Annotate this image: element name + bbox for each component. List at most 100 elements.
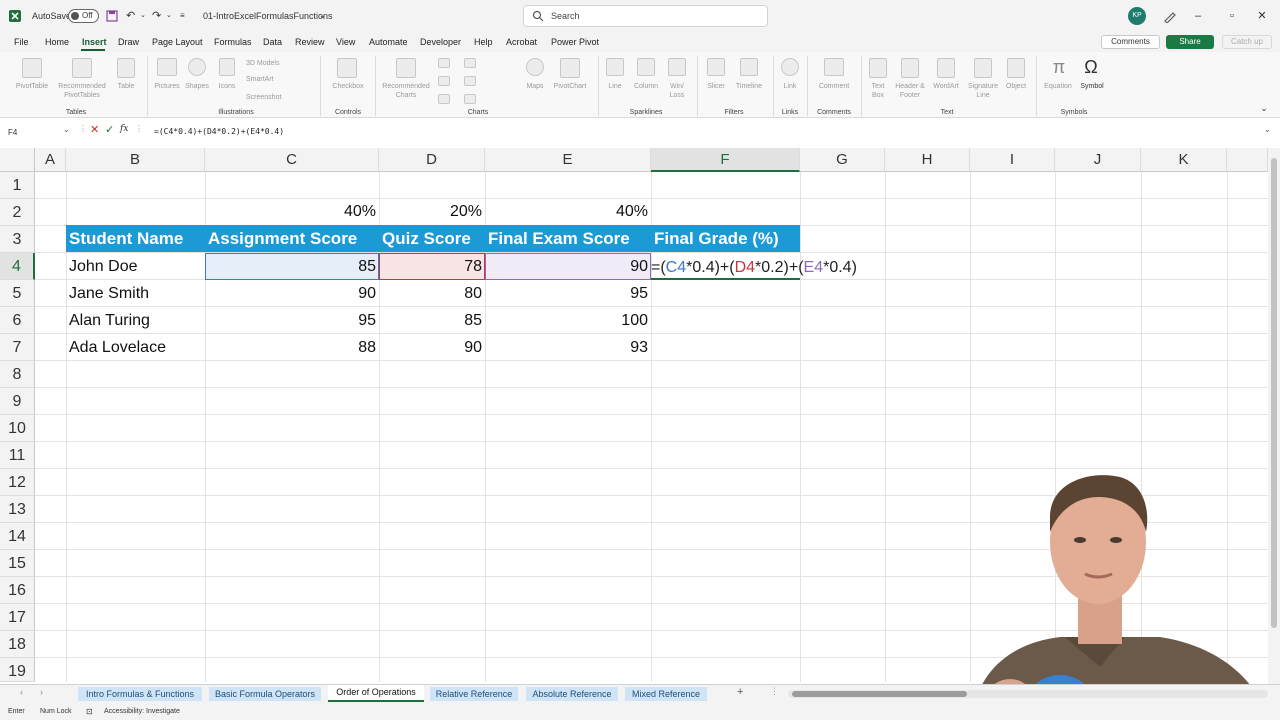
screenshot-button[interactable]: Screenshot <box>246 93 281 102</box>
link-button[interactable]: Link <box>778 82 802 91</box>
user-avatar[interactable]: KP <box>1128 7 1146 25</box>
row-header-16[interactable]: 16 <box>0 577 35 604</box>
tab-file[interactable]: File <box>14 32 29 52</box>
tab-review[interactable]: Review <box>295 32 325 52</box>
equation-button[interactable]: Equation <box>1040 82 1076 91</box>
tab-acrobat[interactable]: Acrobat <box>506 32 537 52</box>
cell-e5[interactable]: 95 <box>485 280 651 307</box>
tab-power-pivot[interactable]: Power Pivot <box>551 32 599 52</box>
formula-input[interactable]: =(C4*0.4)+(D4*0.2)+(E4*0.4) <box>154 123 284 141</box>
pivottable-button[interactable]: PivotTable <box>12 82 52 91</box>
checkbox-button[interactable]: Checkbox <box>326 82 370 91</box>
redo-dropdown-icon[interactable]: ⌄ <box>166 0 172 32</box>
tab-splitter-icon[interactable]: ⋮ <box>770 686 779 697</box>
recommended-pivottables-button[interactable]: Recommended PivotTables <box>52 82 112 100</box>
cell-c4[interactable]: 85 <box>205 253 379 280</box>
undo-icon[interactable]: ↶ <box>126 0 135 32</box>
line-sparkline-button[interactable]: Line <box>600 82 630 91</box>
column-header-d[interactable]: D <box>379 148 485 172</box>
cell-b7[interactable]: Ada Lovelace <box>66 334 205 361</box>
column-header-a[interactable]: A <box>35 148 66 172</box>
tab-developer[interactable]: Developer <box>420 32 461 52</box>
status-accessibility[interactable]: Accessibility: Investigate <box>104 704 180 720</box>
autosave-toggle[interactable]: Off <box>68 9 99 23</box>
catch-up-button[interactable]: Catch up <box>1222 35 1272 49</box>
tab-formulas[interactable]: Formulas <box>214 32 252 52</box>
customize-toolbar-icon[interactable]: ≡ <box>180 0 185 32</box>
cell-b4[interactable]: John Doe <box>66 253 205 280</box>
column-header-j[interactable]: J <box>1055 148 1141 172</box>
minimize-icon[interactable]: – <box>1180 0 1216 32</box>
header-final-grade[interactable]: Final Grade (%) <box>651 225 800 252</box>
row-header-17[interactable]: 17 <box>0 604 35 631</box>
cell-e7[interactable]: 93 <box>485 334 651 361</box>
text-box-button[interactable]: Text Box <box>866 82 890 100</box>
column-header-h[interactable]: H <box>885 148 970 172</box>
prev-sheet-icon[interactable]: ‹ <box>20 687 23 697</box>
cell-e4[interactable]: 90 <box>485 253 651 280</box>
tab-data[interactable]: Data <box>263 32 282 52</box>
cell-c6[interactable]: 95 <box>205 307 379 334</box>
expand-formula-bar-icon[interactable]: ⌄ <box>1264 125 1271 134</box>
row-header-14[interactable]: 14 <box>0 523 35 550</box>
cell-b5[interactable]: Jane Smith <box>66 280 205 307</box>
row-header-3[interactable]: 3 <box>0 226 35 253</box>
sheet-tab-order-of-operations[interactable]: Order of Operations <box>328 685 424 702</box>
add-sheet-icon[interactable]: + <box>737 686 743 698</box>
symbol-button[interactable]: Symbol <box>1074 82 1110 91</box>
column-sparkline-button[interactable]: Column <box>630 82 662 91</box>
row-header-13[interactable]: 13 <box>0 496 35 523</box>
row-header-4[interactable]: 4 <box>0 253 35 280</box>
column-header-c[interactable]: C <box>205 148 379 172</box>
new-comment-button[interactable]: Comment <box>812 82 856 91</box>
row-header-8[interactable]: 8 <box>0 361 35 388</box>
column-header-e[interactable]: E <box>485 148 651 172</box>
share-button[interactable]: Share <box>1166 35 1214 49</box>
smartart-button[interactable]: SmartArt <box>246 75 274 84</box>
column-header-f[interactable]: F <box>651 148 800 172</box>
next-sheet-icon[interactable]: › <box>40 687 43 697</box>
timeline-button[interactable]: Timeline <box>731 82 767 91</box>
cancel-entry-icon[interactable]: ✕ <box>90 123 99 136</box>
sheet-tab-mixed-reference[interactable]: Mixed Reference <box>625 687 707 701</box>
pivotchart-button[interactable]: PivotChart <box>548 82 592 91</box>
filename-chevron-icon[interactable]: ⌄ <box>319 0 326 32</box>
row-header-2[interactable]: 2 <box>0 199 35 226</box>
tab-help[interactable]: Help <box>474 32 493 52</box>
sheet-tab-intro-formulas[interactable]: Intro Formulas & Functions <box>78 687 202 701</box>
save-icon[interactable] <box>106 10 118 22</box>
name-box-dropdown-icon[interactable]: ⌄ <box>63 125 70 134</box>
cell-d6[interactable]: 85 <box>379 307 485 334</box>
header-footer-button[interactable]: Header & Footer <box>893 82 927 100</box>
designer-pen-icon[interactable] <box>1163 9 1177 23</box>
recommended-charts-button[interactable]: Recommended Charts <box>380 82 432 100</box>
column-header-g[interactable]: G <box>800 148 885 172</box>
header-quiz-score[interactable]: Quiz Score <box>379 225 485 252</box>
pictures-button[interactable]: Pictures <box>150 82 184 91</box>
header-assignment-score[interactable]: Assignment Score <box>205 225 379 252</box>
row-header-15[interactable]: 15 <box>0 550 35 577</box>
cell-f4-formula[interactable]: =(C4*0.4)+(D4*0.2)+(E4*0.4) <box>651 254 857 281</box>
tab-home[interactable]: Home <box>45 32 69 52</box>
redo-icon[interactable]: ↷ <box>152 0 161 32</box>
object-button[interactable]: Object <box>1002 82 1030 91</box>
horizontal-scroll-thumb[interactable] <box>792 691 967 697</box>
horizontal-scrollbar[interactable] <box>788 690 1268 698</box>
column-header-b[interactable]: B <box>66 148 205 172</box>
cell-d5[interactable]: 80 <box>379 280 485 307</box>
row-header-6[interactable]: 6 <box>0 307 35 334</box>
header-final-exam-score[interactable]: Final Exam Score <box>485 225 651 252</box>
row-header-5[interactable]: 5 <box>0 280 35 307</box>
shapes-button[interactable]: Shapes <box>182 82 212 91</box>
row-header-10[interactable]: 10 <box>0 415 35 442</box>
cell-d7[interactable]: 90 <box>379 334 485 361</box>
sheet-tab-absolute-reference[interactable]: Absolute Reference <box>526 687 618 701</box>
insert-function-icon[interactable]: fx <box>120 124 128 134</box>
select-all-corner[interactable] <box>0 148 35 172</box>
row-header-7[interactable]: 7 <box>0 334 35 361</box>
table-button[interactable]: Table <box>110 82 142 91</box>
tab-page-layout[interactable]: Page Layout <box>152 32 203 52</box>
row-header-12[interactable]: 12 <box>0 469 35 496</box>
tab-draw[interactable]: Draw <box>118 32 139 52</box>
cell-c2[interactable]: 40% <box>205 198 379 225</box>
